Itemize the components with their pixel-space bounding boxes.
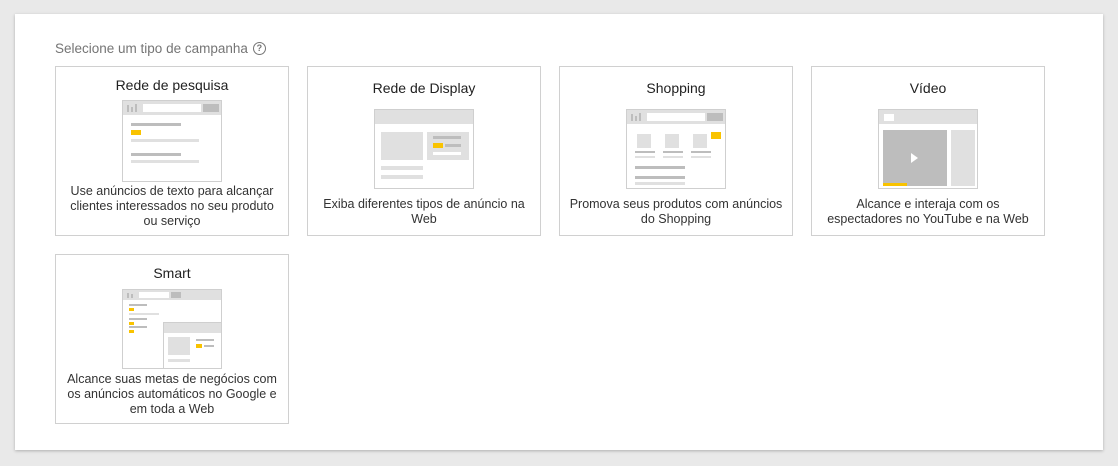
card-description: Exiba diferentes tipos de anúncio na Web — [323, 197, 525, 226]
campaign-card-shopping[interactable]: Shopping Promova seus produtos com anúnc… — [559, 66, 793, 236]
video-illustration-icon — [878, 109, 978, 189]
help-circle-icon[interactable]: ? — [252, 42, 266, 55]
campaign-card-video[interactable]: Vídeo Alcance e interaja com os espectad… — [811, 66, 1045, 236]
card-description: Promova seus produtos com anúncios do Sh… — [569, 197, 783, 226]
prompt-label: Selecione um tipo de campanha — [55, 41, 248, 56]
campaign-card-smart[interactable]: Smart Alcance suas metas de negócios com… — [55, 254, 289, 424]
search-illustration-icon — [122, 100, 222, 182]
card-title: Rede de pesquisa — [115, 77, 229, 93]
card-title: Smart — [153, 265, 191, 281]
smart-illustration-icon — [122, 289, 222, 369]
shopping-illustration-icon — [626, 109, 726, 189]
campaign-type-prompt: Selecione um tipo de campanha ? — [55, 41, 266, 56]
card-description: Alcance suas metas de negócios com os an… — [67, 372, 277, 416]
card-description: Alcance e interaja com os espectadores n… — [827, 197, 1029, 226]
card-description: Use anúncios de texto para alcançar clie… — [70, 184, 274, 228]
campaign-card-display[interactable]: Rede de Display Exiba diferentes tipos d… — [307, 66, 541, 236]
display-illustration-icon — [374, 109, 474, 189]
card-title: Shopping — [646, 80, 706, 96]
card-title: Rede de Display — [372, 80, 476, 96]
campaign-card-search[interactable]: Rede de pesquisa Use anúncios de texto p… — [55, 66, 289, 236]
campaign-type-panel: Selecione um tipo de campanha ? Rede de … — [15, 14, 1103, 450]
card-title: Vídeo — [909, 80, 947, 96]
